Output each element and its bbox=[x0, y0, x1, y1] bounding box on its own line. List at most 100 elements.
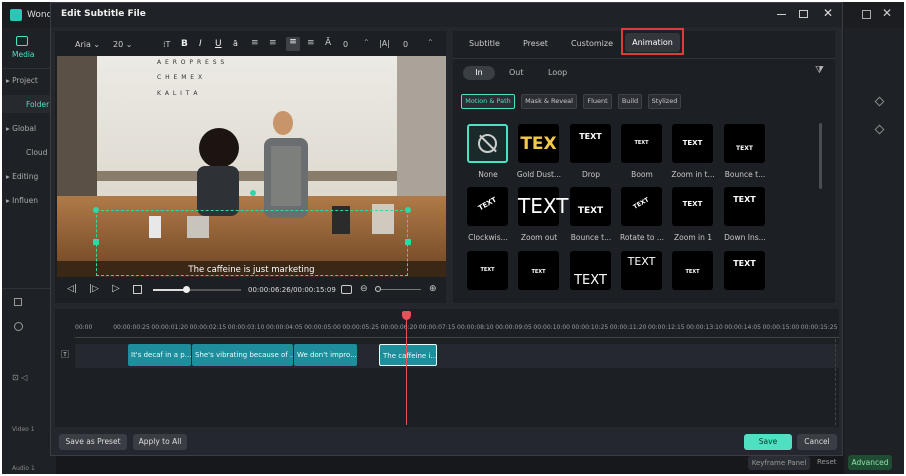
resize-handle[interactable] bbox=[405, 207, 411, 213]
line-value[interactable]: 0 bbox=[403, 40, 408, 49]
anim-thumb-none[interactable] bbox=[467, 124, 508, 163]
save-as-preset-button[interactable]: Save as Preset bbox=[59, 434, 127, 450]
resize-handle[interactable] bbox=[405, 239, 411, 245]
progress-track[interactable] bbox=[153, 289, 241, 291]
dialog-titlebar: Edit Subtitle File ✕ bbox=[51, 3, 842, 27]
category-build[interactable]: Build bbox=[618, 94, 642, 109]
tab-preset[interactable]: Preset bbox=[523, 39, 548, 48]
app-close-icon[interactable]: ✕ bbox=[882, 6, 892, 20]
zoom-in-icon[interactable]: ⊕ bbox=[429, 284, 437, 294]
settings-icon[interactable] bbox=[14, 322, 23, 331]
keyframe-diamond-icon[interactable] bbox=[874, 96, 885, 107]
font-size-select[interactable]: 20 ⌄ bbox=[113, 40, 132, 49]
align-center-icon[interactable]: ≡ bbox=[286, 37, 300, 51]
subtitle-clip-selected[interactable]: The caffeine i... bbox=[379, 344, 437, 366]
subtab-in[interactable]: In bbox=[463, 66, 495, 80]
subtitle-text[interactable]: The caffeine is just marketing bbox=[57, 265, 446, 275]
prev-frame-icon[interactable]: ◁| bbox=[67, 284, 77, 294]
media-tab[interactable]: Media bbox=[12, 50, 35, 59]
fit-icon[interactable] bbox=[341, 285, 352, 294]
stop-icon[interactable] bbox=[133, 285, 142, 294]
keyframe-diamond-icon[interactable] bbox=[874, 124, 885, 135]
anim-thumb-down-ins[interactable]: TEXT bbox=[724, 187, 765, 226]
font-select[interactable]: Aria ⌄ bbox=[75, 40, 100, 49]
anim-thumb-clockwise[interactable]: TEXT bbox=[467, 187, 508, 226]
line-spacing-icon[interactable]: |A| bbox=[379, 39, 390, 48]
video-preview[interactable]: A E R O P R E S S C H E M E X K A L I T … bbox=[57, 56, 446, 277]
scrollbar[interactable] bbox=[819, 123, 822, 189]
align-left-icon[interactable]: ≡ bbox=[251, 38, 259, 48]
filter-icon[interactable]: ⧩ bbox=[815, 65, 824, 76]
playhead-handle[interactable] bbox=[402, 311, 411, 320]
sidebar-editing[interactable]: ▸ Editing bbox=[6, 172, 38, 181]
timeline-ruler[interactable]: 00:00 00:00:00:25 00:00:01:20 00:00:02:15 00… bbox=[75, 324, 839, 334]
restore-icon[interactable] bbox=[862, 10, 871, 19]
bold-icon[interactable]: B bbox=[181, 39, 188, 49]
sidebar-folder[interactable]: Folder bbox=[2, 95, 56, 113]
sidebar-influence[interactable]: ▸ Influen bbox=[6, 196, 38, 205]
zoom-slider[interactable] bbox=[375, 289, 421, 290]
playhead[interactable] bbox=[406, 313, 407, 425]
sidebar-cloud[interactable]: Cloud bbox=[26, 148, 47, 157]
rotate-handle[interactable] bbox=[250, 190, 256, 196]
sidebar-global[interactable]: ▸ Global bbox=[6, 124, 36, 133]
advanced-button[interactable]: Advanced bbox=[848, 455, 892, 470]
progress-knob[interactable] bbox=[182, 286, 190, 293]
zoom-knob[interactable] bbox=[375, 286, 381, 292]
text-size-icon[interactable]: ⁞T bbox=[163, 40, 170, 49]
subtitle-clip[interactable]: It's decaf in a p... bbox=[128, 344, 191, 366]
category-fluent[interactable]: Fluent bbox=[583, 94, 612, 109]
tab-customize[interactable]: Customize bbox=[571, 39, 613, 48]
align-right-icon[interactable]: ≡ bbox=[269, 38, 277, 48]
cancel-button[interactable]: Cancel bbox=[797, 434, 837, 450]
anim-thumb-zoom-in[interactable]: TEXT bbox=[672, 124, 713, 163]
anim-thumb[interactable]: TEXT bbox=[518, 251, 559, 290]
sidebar-project[interactable]: ▸ Project bbox=[6, 76, 38, 85]
reset-button[interactable]: Reset bbox=[817, 458, 837, 466]
grid-icon[interactable] bbox=[14, 298, 22, 306]
anim-thumb-gold-dust[interactable]: TEX bbox=[518, 124, 559, 163]
resize-handle[interactable] bbox=[93, 207, 99, 213]
case-icon[interactable]: ā bbox=[233, 39, 238, 48]
underline-icon[interactable]: U bbox=[215, 39, 222, 49]
subtitle-clip[interactable]: We don't impro... bbox=[294, 344, 357, 366]
text-color-icon[interactable]: Ā bbox=[325, 38, 331, 48]
tab-subtitle[interactable]: Subtitle bbox=[469, 39, 500, 48]
anim-thumb-bounce[interactable]: TEXT bbox=[724, 124, 765, 163]
category-motion-path[interactable]: Motion & Path bbox=[461, 94, 515, 109]
next-frame-icon[interactable]: |▷ bbox=[89, 284, 99, 294]
save-button[interactable]: Save bbox=[744, 434, 792, 450]
anim-thumb[interactable]: TEXT bbox=[621, 251, 662, 290]
media-icon[interactable] bbox=[16, 36, 28, 46]
anim-thumb-boom[interactable]: TEXT bbox=[621, 124, 662, 163]
justify-icon[interactable]: ≡ bbox=[307, 38, 315, 48]
anim-thumb-zoom-in-1[interactable]: TEXT bbox=[672, 187, 713, 226]
track-controls-icon[interactable]: ⊡ ◁ bbox=[12, 373, 27, 382]
close-icon[interactable]: ✕ bbox=[823, 6, 833, 20]
anim-thumb-rotate[interactable]: TEXT bbox=[621, 187, 662, 226]
anim-thumb-drop[interactable]: TEXT bbox=[570, 124, 611, 163]
spacing-value[interactable]: 0 bbox=[343, 40, 348, 49]
line-stepper-icon[interactable]: ⌃ bbox=[427, 38, 434, 47]
category-mask-reveal[interactable]: Mask & Reveal bbox=[521, 94, 577, 109]
subtab-loop[interactable]: Loop bbox=[548, 68, 567, 77]
subtitle-clip[interactable]: She's vibrating because of ... bbox=[192, 344, 293, 366]
category-stylized[interactable]: Stylized bbox=[648, 94, 681, 109]
spacing-stepper-icon[interactable]: ⌃ bbox=[363, 38, 370, 47]
anim-thumb[interactable]: TEXT bbox=[724, 251, 765, 290]
anim-thumb-zoom-out[interactable]: TEXT bbox=[518, 187, 568, 226]
italic-icon[interactable]: I bbox=[199, 39, 202, 49]
anim-thumb-bounce-2[interactable]: TEXT bbox=[570, 187, 611, 226]
minimize-icon[interactable] bbox=[777, 14, 786, 15]
anim-thumb[interactable]: TEXT bbox=[570, 251, 611, 290]
tab-animation[interactable]: Animation bbox=[625, 33, 680, 52]
maximize-icon[interactable] bbox=[799, 10, 808, 18]
play-icon[interactable]: ▷ bbox=[112, 283, 120, 294]
zoom-out-icon[interactable]: ⊖ bbox=[360, 284, 368, 294]
resize-handle[interactable] bbox=[93, 239, 99, 245]
apply-to-all-button[interactable]: Apply to All bbox=[133, 434, 187, 450]
anim-thumb[interactable]: TEXT bbox=[672, 251, 713, 290]
anim-thumb[interactable]: TEXT bbox=[467, 251, 508, 290]
subtab-out[interactable]: Out bbox=[509, 68, 524, 77]
keyframe-panel-button[interactable]: Keyframe Panel bbox=[748, 456, 810, 470]
